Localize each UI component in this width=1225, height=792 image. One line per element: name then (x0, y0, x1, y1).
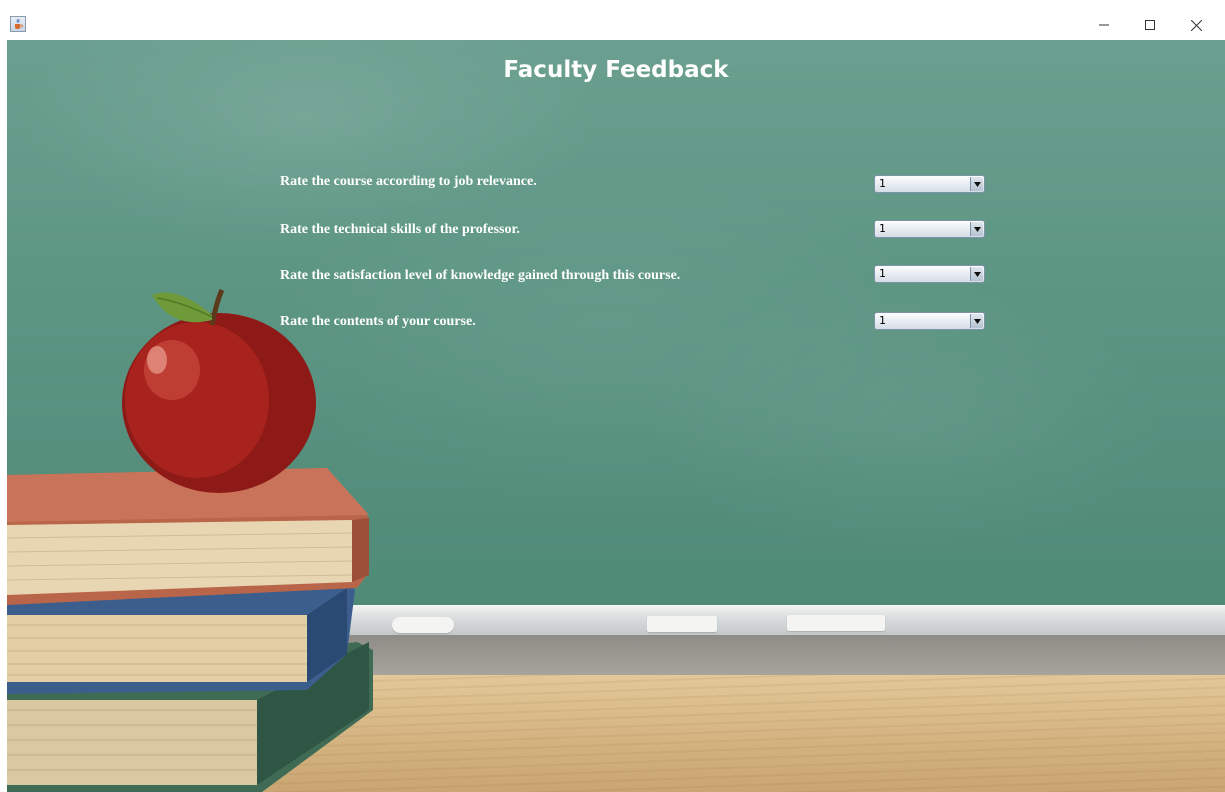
question-label: Rate the satisfaction level of knowledge… (280, 268, 681, 283)
rating-select-course-contents[interactable]: 1 (874, 312, 985, 330)
rating-select-value: 1 (879, 177, 886, 190)
java-cup-icon[interactable] (10, 16, 26, 32)
title-bar[interactable] (0, 0, 1225, 40)
eraser (787, 615, 885, 631)
maximize-icon (1145, 20, 1155, 30)
close-icon (1190, 19, 1202, 31)
apple-and-books-illustration (7, 288, 373, 792)
question-label: Rate the course according to job relevan… (280, 174, 537, 189)
maximize-button[interactable] (1127, 10, 1173, 40)
form-title: Faculty Feedback (503, 57, 729, 83)
content-panel: Faculty Feedback Rate the course accordi… (7, 40, 1225, 792)
chalk-piece (392, 617, 454, 633)
dropdown-arrow-icon[interactable] (970, 314, 983, 328)
chalk-tray (337, 605, 1225, 635)
rating-select-value: 1 (879, 267, 886, 280)
minimize-icon (1099, 24, 1109, 26)
app-window: Faculty Feedback Rate the course accordi… (0, 0, 1225, 792)
rating-select-value: 1 (879, 222, 886, 235)
close-button[interactable] (1173, 10, 1219, 40)
rating-select-technical-skills[interactable]: 1 (874, 220, 985, 238)
dropdown-arrow-icon[interactable] (970, 267, 983, 281)
question-label: Rate the contents of your course. (280, 314, 476, 329)
dropdown-arrow-icon[interactable] (970, 222, 983, 236)
dropdown-arrow-icon[interactable] (970, 177, 983, 191)
eraser (647, 616, 717, 632)
chalk-tray-rail (337, 635, 1225, 675)
rating-select-knowledge-satisfaction[interactable]: 1 (874, 265, 985, 283)
question-label: Rate the technical skills of the profess… (280, 222, 520, 237)
minimize-button[interactable] (1081, 10, 1127, 40)
rating-select-job-relevance[interactable]: 1 (874, 175, 985, 193)
rating-select-value: 1 (879, 314, 886, 327)
